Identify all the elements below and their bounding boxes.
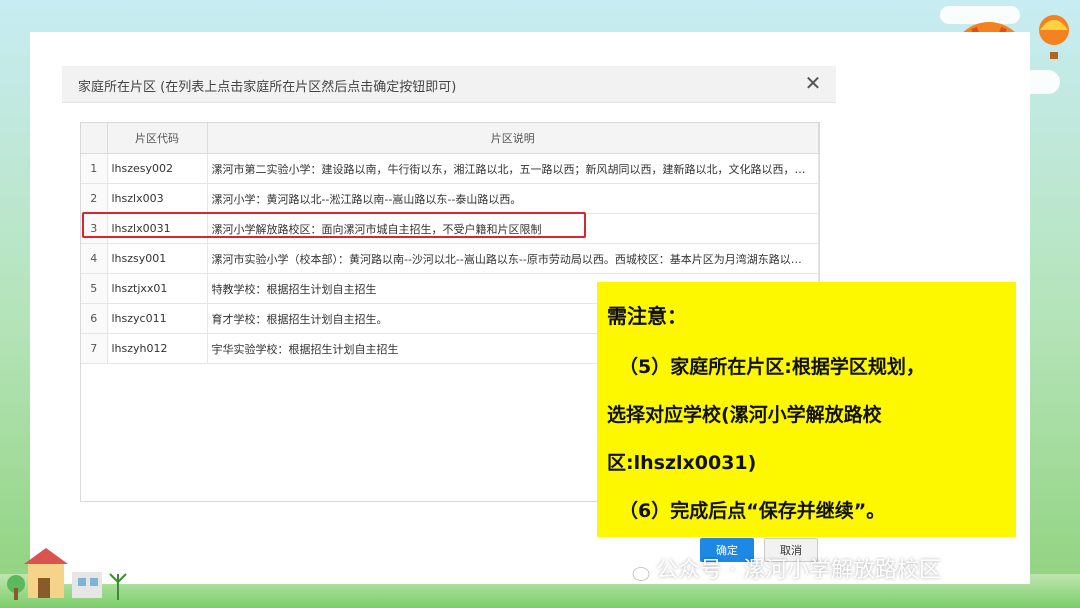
row-number: 5 [81, 273, 108, 304]
column-header-code: 片区代码 [107, 123, 208, 154]
callout-step-5-code: 区:lhszlx0031) [607, 452, 757, 474]
district-description: 漯河市实验小学（校本部）：黄河路以南--沙河以北--嵩山路以东--原市劳动局以西… [207, 243, 819, 274]
district-code: lhszyh012 [107, 333, 208, 364]
district-code: lhsztjxx01 [107, 273, 208, 304]
row-number: 2 [81, 183, 108, 214]
wechat-watermark: 公众号 · 漯河小学解放路校区 [622, 552, 941, 584]
column-header-description: 片区说明 [207, 123, 819, 154]
district-code: lhszsy001 [107, 243, 208, 274]
dialog-title: 家庭所在片区 (在列表上点击家庭所在片区然后点击确定按钮即可) [78, 80, 457, 95]
district-description: 漯河小学：黄河路以北--淞江路以南--嵩山路以东--泰山路以西。 [207, 183, 819, 214]
table-row[interactable]: 4 lhszsy001 漯河市实验小学（校本部）：黄河路以南--沙河以北--嵩山… [81, 243, 819, 274]
district-code: lhszesy002 [107, 153, 208, 184]
district-code: lhszlx003 [107, 183, 208, 214]
callout-step-6: （6）完成后点“保存并继续”。 [619, 500, 886, 522]
close-icon[interactable]: ✕ [802, 72, 824, 94]
dialog-header: 家庭所在片区 (在列表上点击家庭所在片区然后点击确定按钮即可) ✕ [62, 66, 836, 103]
wechat-icon [623, 561, 650, 581]
house-decoration-icon [7, 548, 127, 600]
row-number: 6 [81, 303, 108, 334]
district-code: lhszyc011 [107, 303, 208, 334]
watermark-text: 公众号 · 漯河小学解放路校区 [656, 558, 941, 583]
column-header-index [81, 123, 108, 154]
callout-step-5: （5）家庭所在片区:根据学区规划， [619, 356, 925, 378]
row-number: 7 [81, 333, 108, 364]
table-header-row: 片区代码 片区说明 [81, 123, 819, 154]
table-row[interactable]: 1 lhszesy002 漯河市第二实验小学：建设路以南，牛行街以东，湘江路以北… [81, 153, 819, 184]
row-number: 4 [81, 243, 108, 274]
table-row[interactable]: 2 lhszlx003 漯河小学：黄河路以北--淞江路以南--嵩山路以东--泰山… [81, 183, 819, 214]
instruction-callout: 需注意： （5）家庭所在片区:根据学区规划， 选择对应学校(漯河小学解放路校 区… [597, 282, 1016, 537]
district-description: 漯河市第二实验小学：建设路以南，牛行街以东，湘江路以北，五一路以西；新风胡同以西… [207, 153, 819, 184]
callout-step-5-cont: 选择对应学校(漯河小学解放路校 [607, 404, 882, 426]
callout-title: 需注意： [607, 304, 687, 328]
row-number: 1 [81, 153, 108, 184]
selected-row-highlight [82, 212, 586, 238]
small-balloon-icon [1039, 15, 1069, 59]
